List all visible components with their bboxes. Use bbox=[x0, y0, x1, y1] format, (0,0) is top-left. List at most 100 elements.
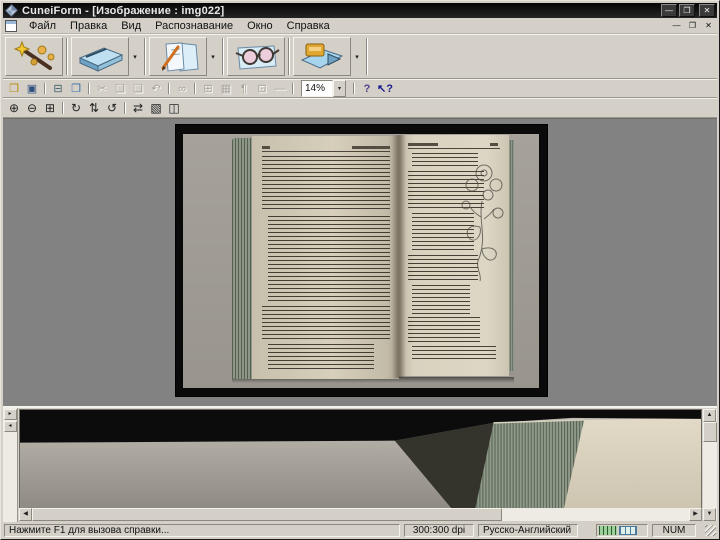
find-button[interactable]: ∞ bbox=[173, 81, 191, 97]
zoom-panel-collapse-button[interactable]: ◂ bbox=[3, 421, 17, 432]
export-button[interactable] bbox=[293, 37, 351, 76]
toolbar-separator bbox=[366, 38, 368, 75]
export-save-icon bbox=[300, 43, 344, 69]
menu-help[interactable]: Справка bbox=[280, 19, 337, 33]
standard-toolbar: ❒ ▣ ⊟ ❐ ✂ ❏ ❑ ↶ ∞ ⊞ ▦ ¶ ⊡ — 14% ▾ ? ↖? bbox=[3, 79, 717, 98]
toolbar-separator bbox=[222, 38, 224, 75]
minimize-button[interactable]: — bbox=[661, 4, 677, 17]
zoom-dropdown-button[interactable]: ▾ bbox=[333, 80, 346, 97]
zoom-out-button[interactable]: ⊖ bbox=[23, 100, 41, 116]
mdi-minimize-button[interactable]: — bbox=[669, 19, 684, 32]
context-help-button[interactable]: ↖? bbox=[376, 81, 394, 97]
scroll-down-button[interactable]: ▼ bbox=[703, 508, 716, 521]
toolbar-separator bbox=[292, 83, 294, 94]
titlebar[interactable]: CuneiForm - [Изображение : img022] — ❐ ✕ bbox=[3, 3, 717, 18]
mdi-close-button[interactable]: ✕ bbox=[701, 19, 716, 32]
menu-file[interactable]: Файл bbox=[22, 19, 63, 33]
status-language[interactable]: Русско-Английский bbox=[478, 524, 578, 537]
fit-page-button[interactable]: ⊞ bbox=[41, 100, 59, 116]
table-layout-icon bbox=[599, 526, 617, 535]
image-canvas[interactable] bbox=[3, 118, 717, 406]
flip-button[interactable]: ⇄ bbox=[129, 100, 147, 116]
toolbar-separator bbox=[144, 38, 146, 75]
table-button[interactable]: ⊞ bbox=[199, 81, 217, 97]
select-area-button[interactable]: ▧ bbox=[147, 100, 165, 116]
scroll-left-button[interactable]: ◀ bbox=[19, 508, 32, 521]
resize-grip[interactable] bbox=[696, 524, 717, 537]
column-layout-icon bbox=[619, 526, 637, 535]
zoom-vertical-scrollbar[interactable]: ▲ ▼ bbox=[703, 409, 717, 521]
zoom-panel-expand-button[interactable]: ▸ bbox=[3, 409, 17, 420]
page-stack-left bbox=[232, 138, 253, 379]
undo-button[interactable]: ↶ bbox=[147, 81, 165, 97]
wizard-button[interactable] bbox=[5, 37, 63, 76]
zoom-horizontal-scrollbar[interactable]: ◀ ▶ bbox=[19, 508, 702, 521]
glasses-icon bbox=[235, 44, 280, 70]
menu-recognition[interactable]: Распознавание bbox=[148, 19, 240, 33]
status-layout-icons bbox=[596, 524, 648, 537]
scan-dropdown-button[interactable]: ▾ bbox=[130, 37, 140, 76]
zoom-view[interactable] bbox=[19, 409, 702, 509]
toolbar-separator bbox=[62, 102, 64, 114]
verify-button[interactable] bbox=[227, 37, 285, 76]
picture-button[interactable]: ⊡ bbox=[253, 81, 271, 97]
maximize-button[interactable]: ❐ bbox=[679, 4, 695, 17]
status-dpi: 300:300 dpi bbox=[404, 524, 474, 537]
zoom-view-image bbox=[20, 410, 701, 508]
copy-button[interactable]: ❏ bbox=[111, 81, 129, 97]
menu-window[interactable]: Окно bbox=[240, 19, 280, 33]
status-numlock: NUM bbox=[652, 524, 696, 537]
scan-button[interactable] bbox=[71, 37, 129, 76]
open-button[interactable]: ❒ bbox=[5, 81, 23, 97]
vertical-scroll-thumb[interactable] bbox=[703, 422, 717, 442]
recognize-button[interactable] bbox=[149, 37, 207, 76]
paste-button[interactable]: ❑ bbox=[129, 81, 147, 97]
app-logo-icon bbox=[5, 4, 18, 17]
menu-view[interactable]: Вид bbox=[114, 19, 148, 33]
zoom-window-button[interactable]: ◫ bbox=[165, 100, 183, 116]
cut-button[interactable]: ✂ bbox=[93, 81, 111, 97]
toolbar-separator bbox=[66, 38, 68, 75]
rotate-180-button[interactable]: ⇅ bbox=[85, 100, 103, 116]
horizontal-scroll-thumb[interactable] bbox=[32, 508, 502, 521]
main-toolbar: ▾ ▾ ▾ bbox=[3, 34, 717, 79]
page-stack-right bbox=[509, 140, 514, 371]
rotate-left-button[interactable]: ↺ bbox=[103, 100, 121, 116]
export-dropdown-button[interactable]: ▾ bbox=[352, 37, 362, 76]
print-button[interactable]: ⊟ bbox=[49, 81, 67, 97]
flower-illustration bbox=[461, 164, 504, 282]
toolbar-separator bbox=[288, 38, 290, 75]
cells-button[interactable]: ▦ bbox=[217, 81, 235, 97]
save-button[interactable]: ▣ bbox=[23, 81, 41, 97]
help-button[interactable]: ? bbox=[358, 81, 376, 97]
document-icon[interactable] bbox=[5, 19, 17, 32]
hline-button[interactable]: — bbox=[271, 81, 289, 97]
zoom-panel-splitter[interactable]: ▸ ◂ bbox=[3, 408, 18, 522]
toolbar-separator bbox=[124, 102, 126, 114]
toolbar-separator bbox=[88, 83, 90, 94]
scanner-icon bbox=[78, 46, 124, 72]
mdi-restore-button[interactable]: ❐ bbox=[685, 19, 700, 32]
magic-wand-icon bbox=[13, 40, 55, 70]
image-toolbar: ⊕ ⊖ ⊞ ↻ ⇅ ↺ ⇄ ▧ ◫ bbox=[3, 98, 717, 118]
toolbar-separator bbox=[168, 83, 170, 94]
close-button[interactable]: ✕ bbox=[699, 4, 715, 17]
scroll-right-button[interactable]: ▶ bbox=[689, 508, 702, 521]
scroll-up-button[interactable]: ▲ bbox=[703, 409, 716, 422]
pilcrow-button[interactable]: ¶ bbox=[235, 81, 253, 97]
recognize-dropdown-button[interactable]: ▾ bbox=[208, 37, 218, 76]
menubar: Файл Правка Вид Распознавание Окно Справка — … bbox=[3, 18, 717, 34]
zoom-panel: ▸ ◂ ◀ ▶ ▲ ▼ bbox=[3, 406, 717, 522]
status-message: Нажмите F1 для вызова справки... bbox=[4, 524, 400, 537]
statusbar: Нажмите F1 для вызова справки... 300:300… bbox=[3, 522, 717, 537]
toolbar-separator bbox=[353, 83, 355, 94]
left-page-header bbox=[262, 146, 390, 152]
scanned-book-image[interactable] bbox=[176, 125, 547, 396]
preview-button[interactable]: ❐ bbox=[67, 81, 85, 97]
zoom-in-button[interactable]: ⊕ bbox=[5, 100, 23, 116]
rotate-right-button[interactable]: ↻ bbox=[67, 100, 85, 116]
menu-edit[interactable]: Правка bbox=[63, 19, 114, 33]
zoom-combo: 14% ▾ bbox=[301, 80, 346, 97]
toolbar-separator bbox=[44, 83, 46, 94]
zoom-value-field[interactable]: 14% bbox=[301, 80, 333, 97]
